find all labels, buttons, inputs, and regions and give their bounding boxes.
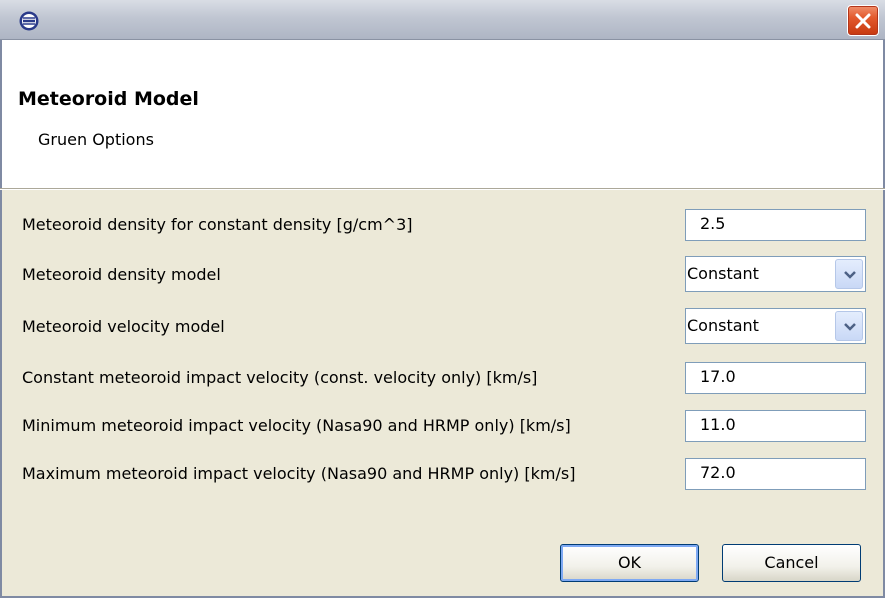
density-model-value: Constant bbox=[687, 264, 759, 283]
close-icon bbox=[855, 13, 871, 29]
eclipse-icon bbox=[18, 10, 40, 32]
density-model-label: Meteoroid density model bbox=[22, 265, 221, 284]
dialog-subtitle: Gruen Options bbox=[38, 130, 154, 149]
chevron-down-icon bbox=[844, 323, 856, 331]
min-velocity-label: Minimum meteoroid impact velocity (Nasa9… bbox=[22, 416, 571, 435]
cancel-button[interactable]: Cancel bbox=[722, 544, 861, 582]
velocity-model-dropdown-button[interactable] bbox=[835, 311, 863, 341]
dialog-title: Meteoroid Model bbox=[18, 88, 199, 110]
density-model-select[interactable]: Constant bbox=[685, 256, 866, 292]
density-model-dropdown-button[interactable] bbox=[835, 259, 863, 289]
velocity-model-select[interactable]: Constant bbox=[685, 308, 866, 344]
constant-velocity-input[interactable]: 17.0 bbox=[685, 362, 866, 394]
dialog-header bbox=[2, 40, 883, 188]
velocity-model-label: Meteoroid velocity model bbox=[22, 317, 225, 336]
constant-velocity-label: Constant meteoroid impact velocity (cons… bbox=[22, 368, 538, 387]
density-constant-input[interactable]: 2.5 bbox=[685, 209, 866, 241]
title-bar[interactable] bbox=[0, 0, 885, 40]
min-velocity-input[interactable]: 11.0 bbox=[685, 410, 866, 442]
header-separator-highlight bbox=[0, 189, 885, 190]
ok-button[interactable]: OK bbox=[560, 544, 699, 582]
close-button[interactable] bbox=[847, 5, 879, 36]
chevron-down-icon bbox=[844, 271, 856, 279]
max-velocity-label: Maximum meteoroid impact velocity (Nasa9… bbox=[22, 464, 576, 483]
velocity-model-value: Constant bbox=[687, 316, 759, 335]
density-constant-label: Meteoroid density for constant density [… bbox=[22, 215, 413, 234]
max-velocity-input[interactable]: 72.0 bbox=[685, 458, 866, 490]
